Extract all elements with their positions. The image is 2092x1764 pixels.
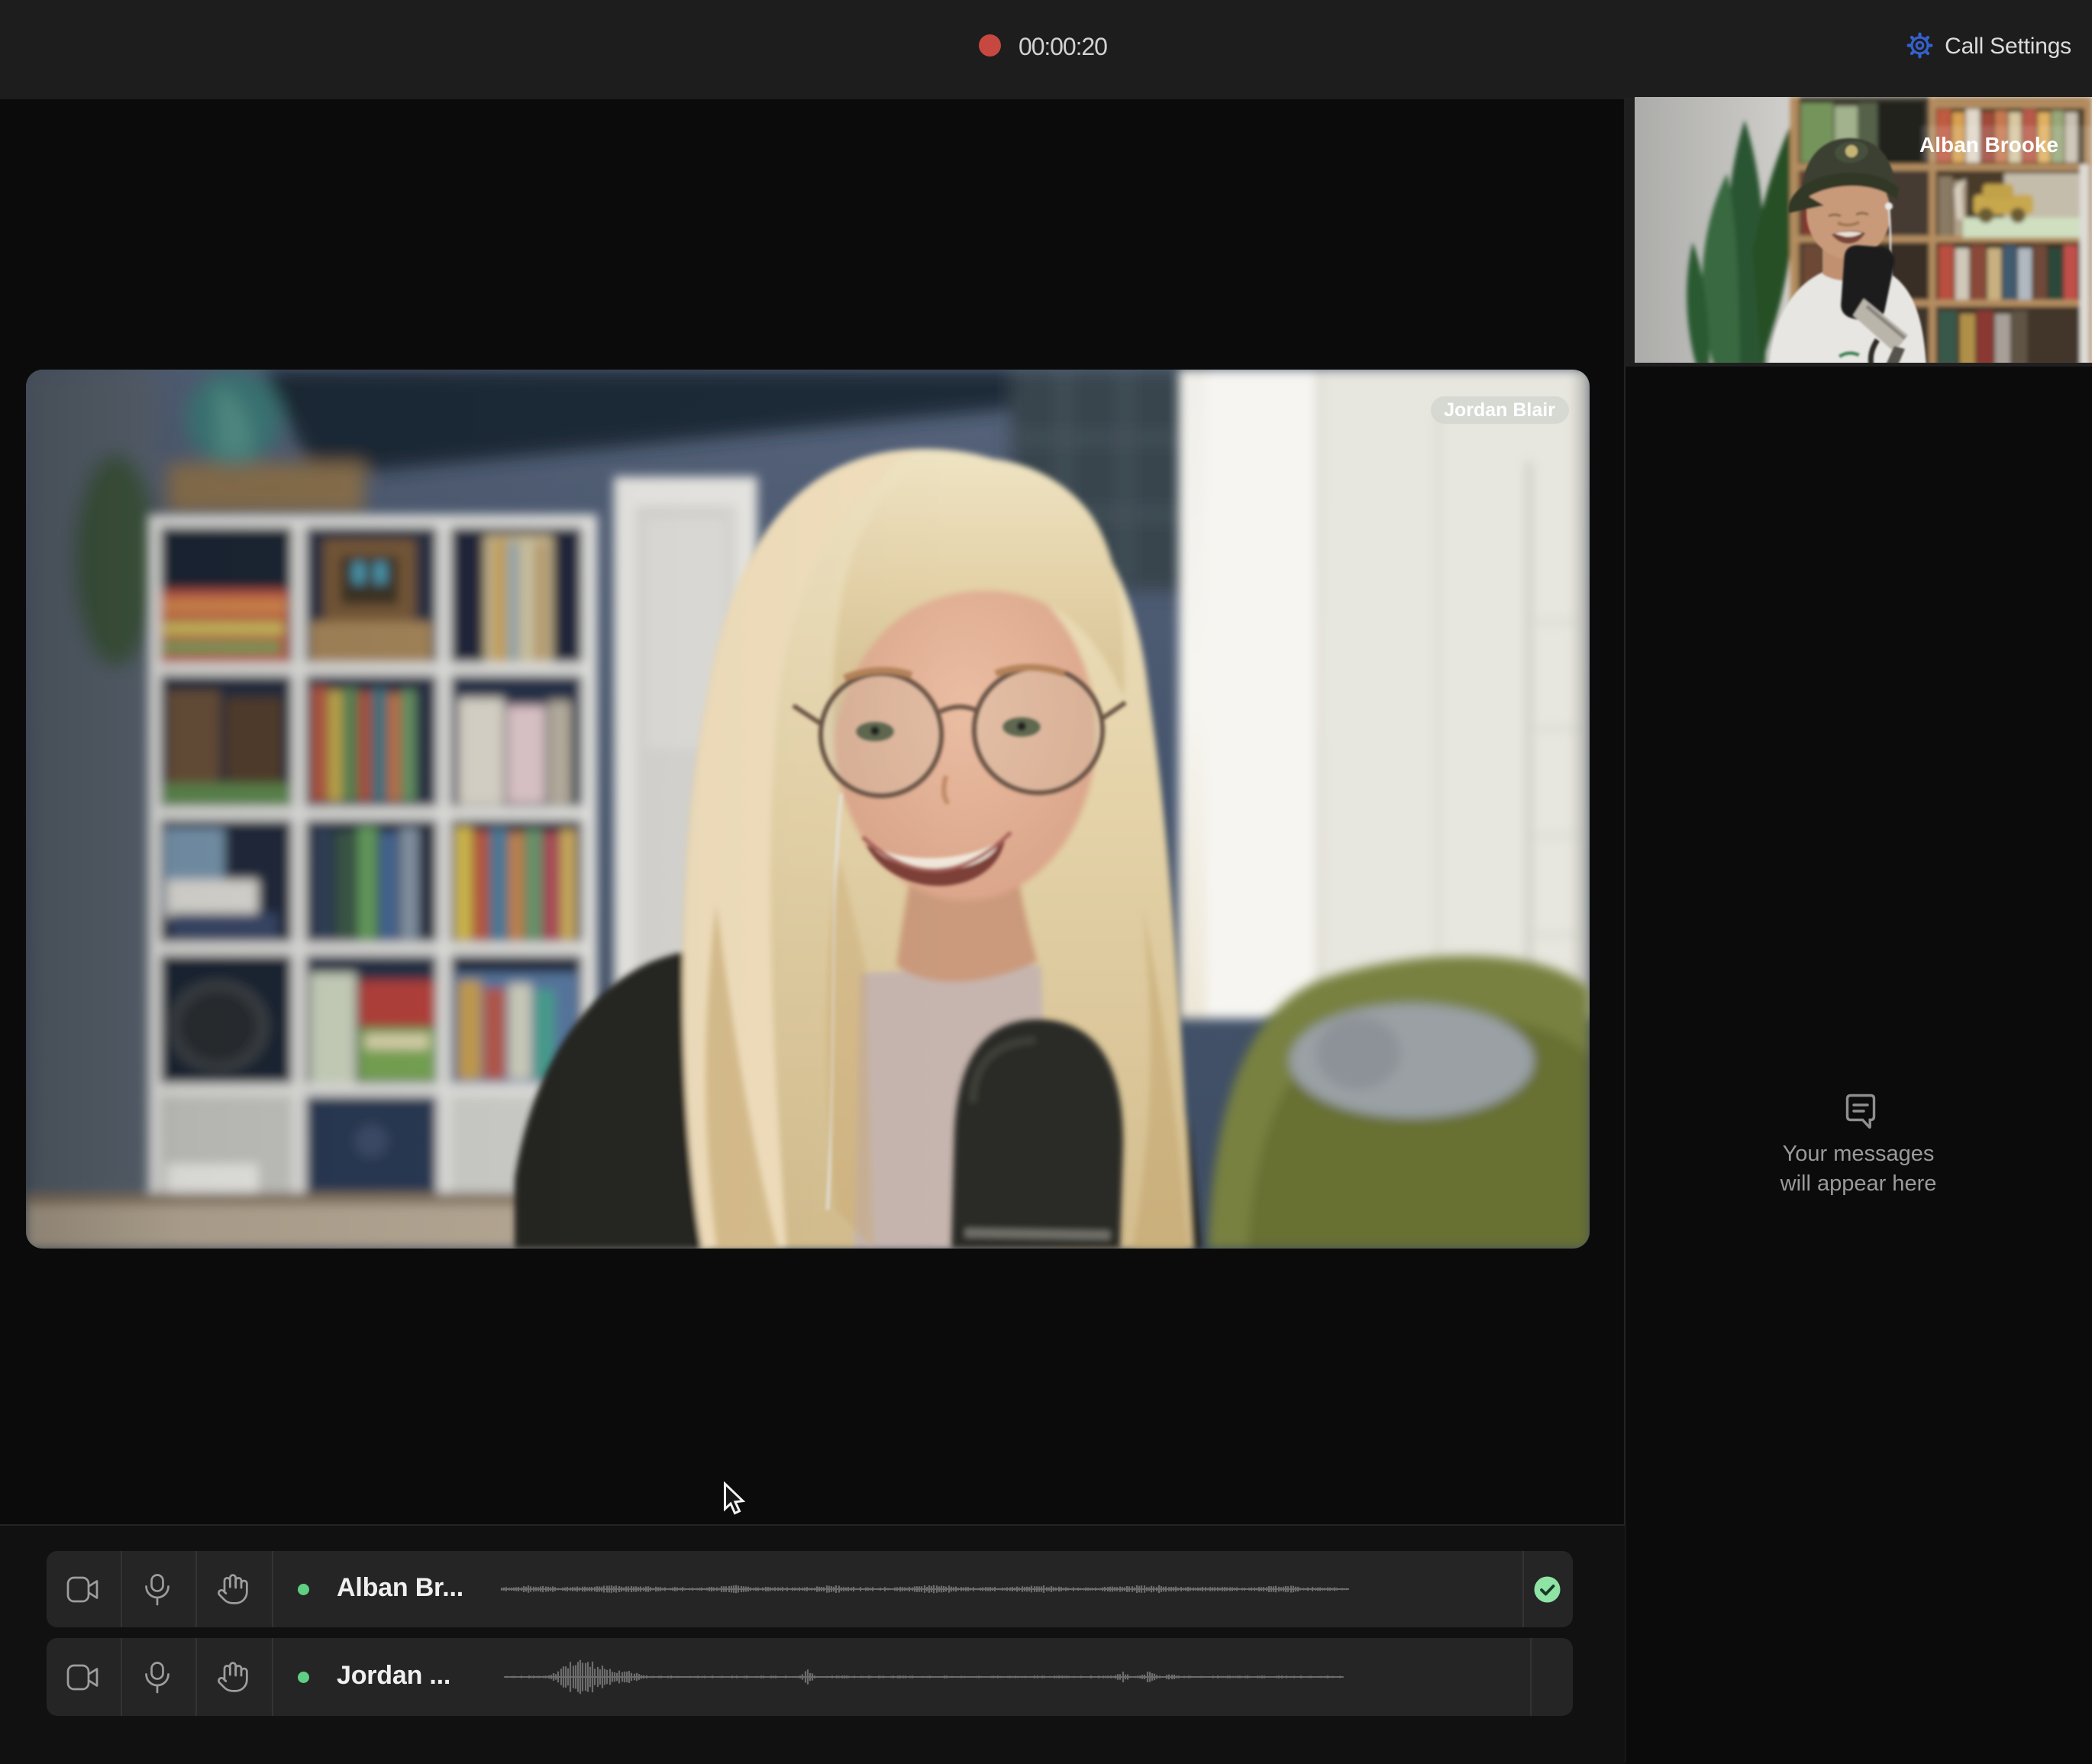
svg-text:Jordan Blair: Jordan Blair <box>1444 399 1555 421</box>
svg-text:Alban Brooke: Alban Brooke <box>1919 133 2058 157</box>
